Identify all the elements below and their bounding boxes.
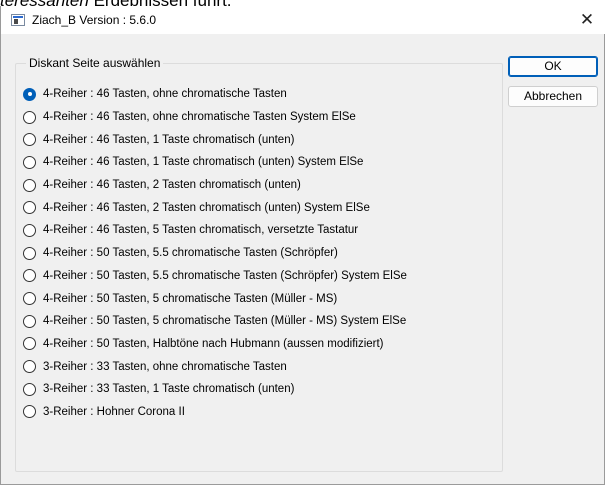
diskant-option[interactable]: 4-Reiher : 50 Tasten, Halbtöne nach Hubm…: [23, 333, 407, 356]
diskant-option[interactable]: 4-Reiher : 50 Tasten, 5.5 chromatische T…: [23, 242, 407, 265]
diskant-option[interactable]: 4-Reiher : 50 Tasten, 5 chromatische Tas…: [23, 287, 407, 310]
radio-icon[interactable]: [23, 405, 36, 419]
diskant-option[interactable]: 4-Reiher : 46 Tasten, ohne chromatische …: [23, 83, 407, 106]
dialog-window: Ziach_B Version : 5.6.0 ✕ Diskant Seite …: [0, 6, 606, 485]
radio-icon[interactable]: [23, 314, 36, 328]
option-label: 4-Reiher : 50 Tasten, Halbtöne nach Hubm…: [43, 337, 384, 350]
radio-icon[interactable]: [23, 223, 36, 237]
title-bar[interactable]: Ziach_B Version : 5.6.0 ✕: [1, 6, 606, 34]
option-label: 4-Reiher : 50 Tasten, 5 chromatische Tas…: [43, 315, 407, 328]
diskant-option[interactable]: 4-Reiher : 46 Tasten, 2 Tasten chromatis…: [23, 174, 407, 197]
diskant-option[interactable]: 4-Reiher : 46 Tasten, 1 Taste chromatisc…: [23, 151, 407, 174]
cancel-button[interactable]: Abbrechen: [508, 86, 598, 107]
diskant-option[interactable]: 4-Reiher : 46 Tasten, ohne chromatische …: [23, 106, 407, 129]
radio-icon[interactable]: [23, 201, 36, 215]
diskant-option[interactable]: 4-Reiher : 50 Tasten, 5 chromatische Tas…: [23, 310, 407, 333]
diskant-option[interactable]: 3-Reiher : 33 Tasten, 1 Taste chromatisc…: [23, 378, 407, 401]
option-label: 4-Reiher : 46 Tasten, 1 Taste chromatisc…: [43, 156, 364, 169]
option-label: 4-Reiher : 46 Tasten, 2 Tasten chromatis…: [43, 179, 301, 192]
radio-icon[interactable]: [23, 178, 36, 192]
diskant-option[interactable]: 3-Reiher : 33 Tasten, ohne chromatische …: [23, 355, 407, 378]
groupbox-label: Diskant Seite auswählen: [26, 56, 164, 70]
radio-icon[interactable]: [23, 337, 36, 351]
radio-selected-icon[interactable]: [23, 87, 36, 101]
option-label: 3-Reiher : Hohner Corona II: [43, 405, 185, 418]
option-label: 4-Reiher : 46 Tasten, 5 Tasten chromatis…: [43, 224, 359, 237]
radio-icon[interactable]: [23, 246, 36, 260]
radio-icon[interactable]: [23, 133, 36, 147]
radio-icon[interactable]: [23, 292, 36, 306]
option-label: 4-Reiher : 46 Tasten, 1 Taste chromatisc…: [43, 133, 295, 146]
app-window-icon: [11, 14, 25, 26]
option-label: 3-Reiher : 33 Tasten, ohne chromatische …: [43, 360, 287, 373]
radio-icon[interactable]: [23, 110, 36, 124]
window-title: Ziach_B Version : 5.6.0: [32, 13, 157, 27]
radio-icon[interactable]: [23, 360, 36, 374]
option-label: 4-Reiher : 50 Tasten, 5.5 chromatische T…: [43, 247, 338, 260]
radio-icon[interactable]: [23, 269, 36, 283]
ok-button[interactable]: OK: [508, 56, 598, 77]
diskant-option[interactable]: 4-Reiher : 46 Tasten, 2 Tasten chromatis…: [23, 196, 407, 219]
option-label: 4-Reiher : 46 Tasten, ohne chromatische …: [43, 111, 356, 124]
close-icon[interactable]: ✕: [572, 8, 602, 32]
diskant-option[interactable]: 4-Reiher : 50 Tasten, 5.5 chromatische T…: [23, 265, 407, 288]
diskant-options-list: 4-Reiher : 46 Tasten, ohne chromatische …: [23, 83, 407, 423]
option-label: 3-Reiher : 33 Tasten, 1 Taste chromatisc…: [43, 383, 295, 396]
radio-icon[interactable]: [23, 155, 36, 169]
option-label: 4-Reiher : 50 Tasten, 5.5 chromatische T…: [43, 269, 407, 282]
diskant-option[interactable]: 4-Reiher : 46 Tasten, 1 Taste chromatisc…: [23, 128, 407, 151]
radio-icon[interactable]: [23, 382, 36, 396]
diskant-option[interactable]: 3-Reiher : Hohner Corona II: [23, 401, 407, 424]
diskant-option[interactable]: 4-Reiher : 46 Tasten, 5 Tasten chromatis…: [23, 219, 407, 242]
option-label: 4-Reiher : 46 Tasten, ohne chromatische …: [43, 88, 287, 101]
option-label: 4-Reiher : 50 Tasten, 5 chromatische Tas…: [43, 292, 338, 305]
option-label: 4-Reiher : 46 Tasten, 2 Tasten chromatis…: [43, 201, 370, 214]
